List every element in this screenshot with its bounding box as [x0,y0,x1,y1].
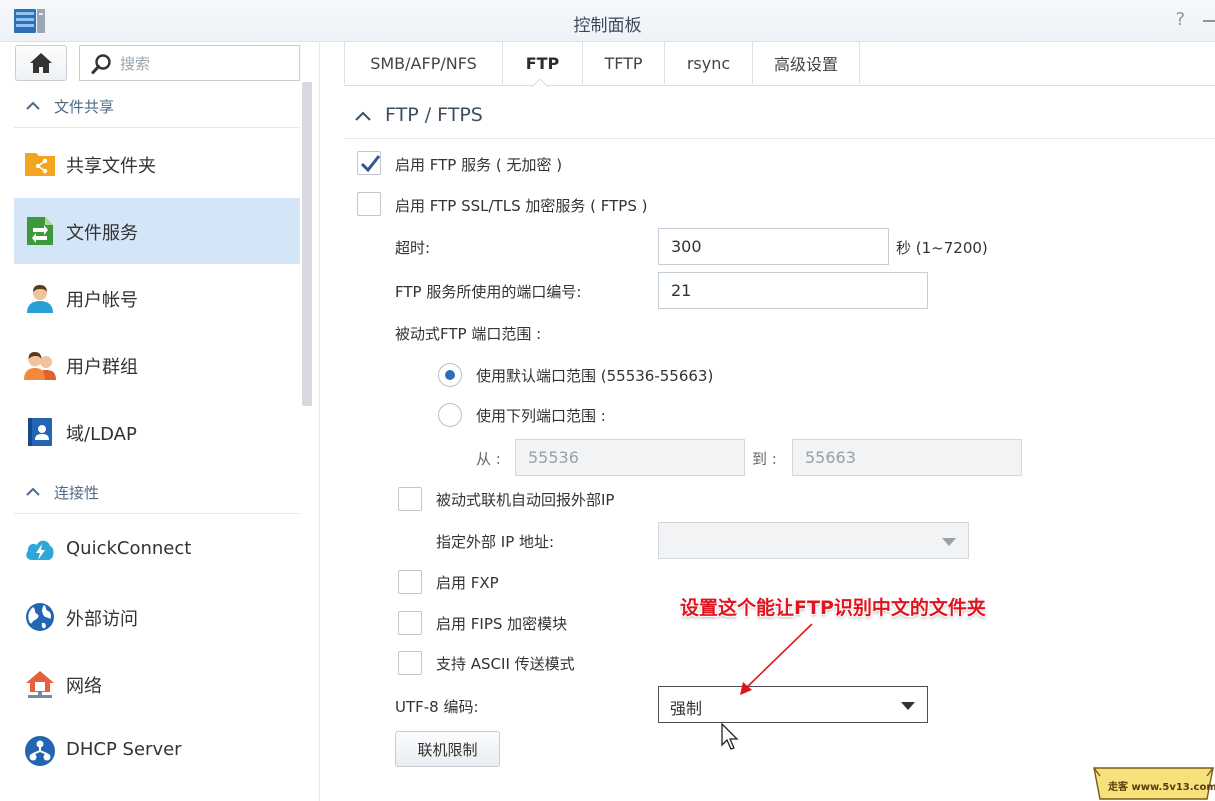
tab-advanced-settings[interactable]: 高级设置 [752,42,860,84]
tab-label: TFTP [604,53,643,73]
enable-ftp-checkbox[interactable] [357,151,381,175]
sidebar-scrollbar[interactable] [302,82,312,406]
sidebar-item-user-account[interactable]: 用户帐号 [14,265,300,331]
chevron-up-icon [26,101,40,110]
sidebar-item-file-services[interactable]: 文件服务 [14,198,300,264]
report-external-ip-checkbox[interactable] [398,487,422,511]
chevron-up-icon [355,111,371,121]
tab-tftp[interactable]: TFTP [582,42,664,84]
dhcp-icon [25,736,55,766]
watermark-text: 走客 www.5v13.com [1108,782,1215,793]
chevron-up-icon [26,487,40,496]
sidebar-item-label: 文件服务 [66,223,138,244]
custom-range-label: 使用下列端口范围 : [476,407,606,425]
sidebar-item-label: DHCP Server [66,739,182,760]
help-icon[interactable]: ? [1175,9,1185,30]
sidebar: 文件共享 共享文件夹 文件服务 用户帐号 [0,42,320,801]
tab-label: FTP [525,53,560,73]
tab-rsync[interactable]: rsync [664,42,752,84]
ascii-mode-label: 支持 ASCII 传送模式 [436,655,575,673]
annotation-text: 设置这个能让FTP识别中文的文件夹 [680,597,986,619]
sidebar-item-label: 用户帐号 [66,290,138,311]
user-icon [27,285,53,313]
sidebar-item-label: 用户群组 [66,357,138,378]
sidebar-item-label: QuickConnect [66,538,192,559]
window-title: 控制面板 [573,16,642,36]
sidebar-item-dhcp-server[interactable]: DHCP Server [14,718,300,784]
timeout-unit-label: 秒 (1~7200) [896,239,988,257]
sidebar-item-domain-ldap[interactable]: 域/LDAP [14,399,300,465]
caret-down-icon [901,702,915,710]
caret-down-icon [942,538,956,546]
report-external-ip-label: 被动式联机自动回报外部IP [436,491,615,509]
range-from-label: 从 : [476,450,501,468]
enable-ftps-label: 启用 FTP SSL/TLS 加密服务 ( FTPS ) [395,197,648,215]
sidebar-item-label: 共享文件夹 [66,156,156,177]
range-to-input[interactable] [792,439,1022,476]
active-tab-pointer [532,78,548,87]
mouse-cursor-icon [721,723,739,750]
sidebar-item-quickconnect[interactable]: QuickConnect [14,517,300,583]
watermark-logo: 走客 www.5v13.com [1092,764,1215,801]
home-icon [30,53,52,73]
enable-fxp-label: 启用 FXP [436,574,499,592]
home-button[interactable] [15,45,67,81]
user-group-icon [24,352,56,380]
default-range-label: 使用默认端口范围 (55536-55663) [476,367,714,385]
globe-icon [26,603,54,631]
enable-fips-checkbox[interactable] [398,611,422,635]
section-connectivity[interactable]: 连接性 [14,470,300,514]
checkmark-icon [360,155,381,173]
directory-icon [28,418,52,446]
search-input[interactable] [120,53,290,75]
sidebar-item-user-group[interactable]: 用户群组 [14,332,300,398]
enable-ftps-checkbox[interactable] [357,192,381,216]
range-from-input[interactable] [515,439,745,476]
custom-range-radio[interactable] [438,403,462,427]
port-input[interactable] [658,272,928,309]
timeout-label: 超时: [395,239,431,257]
annotation-arrow [740,623,813,695]
passive-range-label: 被动式FTP 端口范围 : [395,325,542,343]
sidebar-item-shared-folder[interactable]: 共享文件夹 [14,131,300,197]
file-services-icon [27,217,53,245]
utf8-label: UTF-8 编码: [395,698,479,716]
tab-label: 高级设置 [773,55,838,74]
enable-ftp-label: 启用 FTP 服务 ( 无加密 ) [395,156,563,174]
utf8-encoding-value: 强制 [670,699,703,718]
section-label: 连接性 [54,484,100,502]
search-box[interactable] [79,45,300,81]
shared-folder-icon [25,153,55,176]
sidebar-item-label: 域/LDAP [66,424,137,445]
range-to-label: 到 : [752,450,777,468]
port-label: FTP 服务所使用的端口编号: [395,283,582,301]
tab-label: rsync [686,53,731,73]
enable-fxp-checkbox[interactable] [398,570,422,594]
section-file-sharing[interactable]: 文件共享 [14,84,300,128]
connection-limit-button[interactable]: 联机限制 [395,731,500,767]
sidebar-item-network[interactable]: 网络 [14,651,300,717]
sidebar-item-label: 外部访问 [66,609,138,630]
default-range-radio[interactable] [438,363,462,387]
section-title-ftp[interactable]: FTP / FTPS [355,104,483,126]
search-icon [91,54,111,74]
sidebar-item-label: 网络 [66,676,102,697]
tab-bar: SMB/AFP/NFS FTP TFTP rsync 高级设置 [344,42,1215,86]
quickconnect-icon [26,540,54,560]
section-divider [344,138,1215,139]
section-label: 文件共享 [54,98,115,116]
tab-smb-afp-nfs[interactable]: SMB/AFP/NFS [344,42,502,84]
tab-label: SMB/AFP/NFS [370,53,477,73]
external-ip-label: 指定外部 IP 地址: [436,533,555,551]
minimize-icon[interactable] [1203,20,1215,22]
external-ip-select[interactable] [658,522,969,559]
network-home-icon [26,671,54,698]
title-bar: 控制面板 ? [0,0,1215,42]
section-title-text: FTP / FTPS [385,104,483,126]
ascii-mode-checkbox[interactable] [398,651,422,675]
sidebar-item-external-access[interactable]: 外部访问 [14,584,300,650]
enable-fips-label: 启用 FIPS 加密模块 [436,615,568,633]
timeout-input[interactable] [658,228,889,265]
